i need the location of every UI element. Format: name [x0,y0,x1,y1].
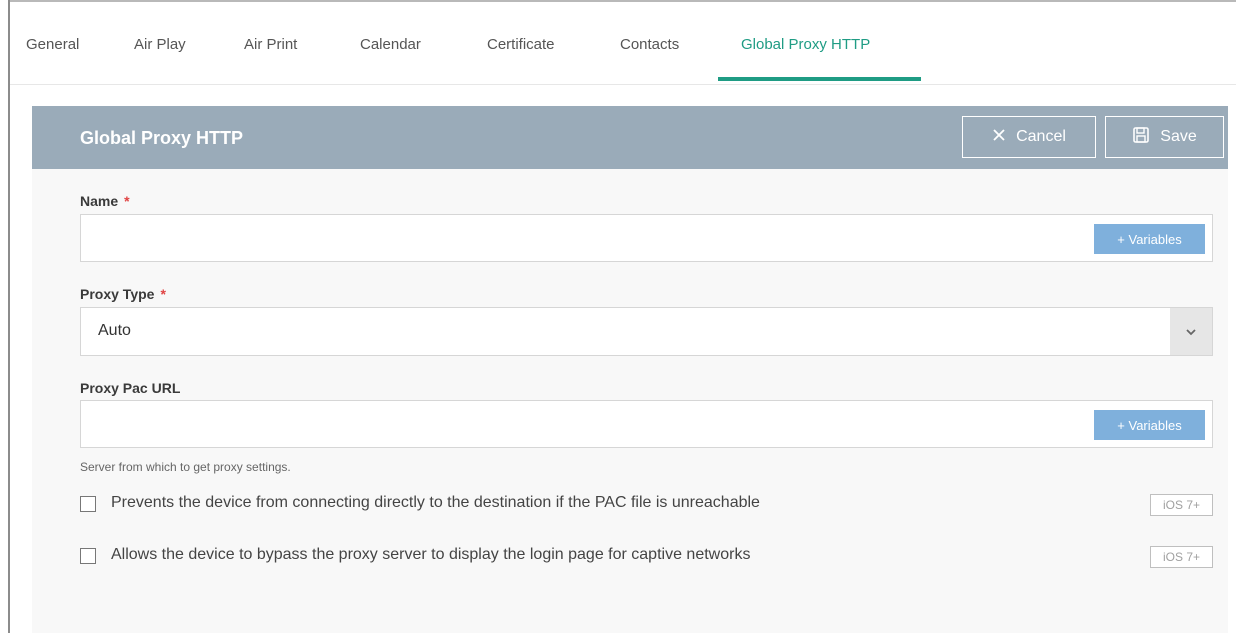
close-icon [992,128,1006,147]
tab-general[interactable]: General [26,36,79,53]
required-marker: * [124,193,130,209]
proxy-type-label: Proxy Type * [80,286,166,302]
tab-contacts[interactable]: Contacts [620,36,679,53]
required-marker: * [160,286,166,302]
tab-divider [10,84,1236,85]
proxy-pac-url-variables-button[interactable]: + Variables [1094,410,1205,440]
cancel-button[interactable]: Cancel [962,116,1096,158]
name-label: Name * [80,193,130,209]
captive-bypass-checkbox[interactable] [80,548,96,564]
dropdown-toggle[interactable] [1170,308,1212,355]
pac-unreachable-checkbox[interactable] [80,496,96,512]
name-input[interactable] [81,215,1105,261]
proxy-pac-url-helper: Server from which to get proxy settings. [80,460,291,474]
active-tab-indicator [718,77,921,81]
name-field: + Variables [80,214,1213,262]
save-button[interactable]: Save [1105,116,1224,158]
option-row-captive-bypass: Allows the device to bypass the proxy se… [80,546,1213,570]
tab-certificate[interactable]: Certificate [487,36,555,53]
name-variables-button[interactable]: + Variables [1094,224,1205,254]
ios-version-badge: iOS 7+ [1150,546,1213,568]
ios-version-badge: iOS 7+ [1150,494,1213,516]
proxy-pac-url-input[interactable] [81,401,1105,447]
tab-air-play[interactable]: Air Play [134,36,186,53]
proxy-type-select[interactable]: Auto [80,307,1213,356]
pac-unreachable-label[interactable]: Prevents the device from connecting dire… [111,494,760,512]
proxy-type-value: Auto [98,322,131,339]
chevron-down-icon [1185,323,1197,341]
proxy-pac-url-field: + Variables [80,400,1213,448]
tab-bar: General Air Play Air Print Calendar Cert… [10,2,1236,82]
tab-air-print[interactable]: Air Print [244,36,297,53]
save-button-label: Save [1160,128,1197,145]
panel-header: Global Proxy HTTP Cancel Save [32,106,1228,169]
tab-global-proxy-http[interactable]: Global Proxy HTTP [741,36,870,53]
panel-title: Global Proxy HTTP [80,128,244,148]
tab-calendar[interactable]: Calendar [360,36,421,53]
proxy-pac-url-label: Proxy Pac URL [80,380,181,396]
cancel-button-label: Cancel [1016,128,1066,145]
global-proxy-panel: Global Proxy HTTP Cancel Save Name * + Va… [32,106,1228,633]
floppy-disk-icon [1132,126,1150,149]
captive-bypass-label[interactable]: Allows the device to bypass the proxy se… [111,546,750,564]
option-row-pac-unreachable: Prevents the device from connecting dire… [80,494,1213,518]
window-left-border [8,0,10,633]
